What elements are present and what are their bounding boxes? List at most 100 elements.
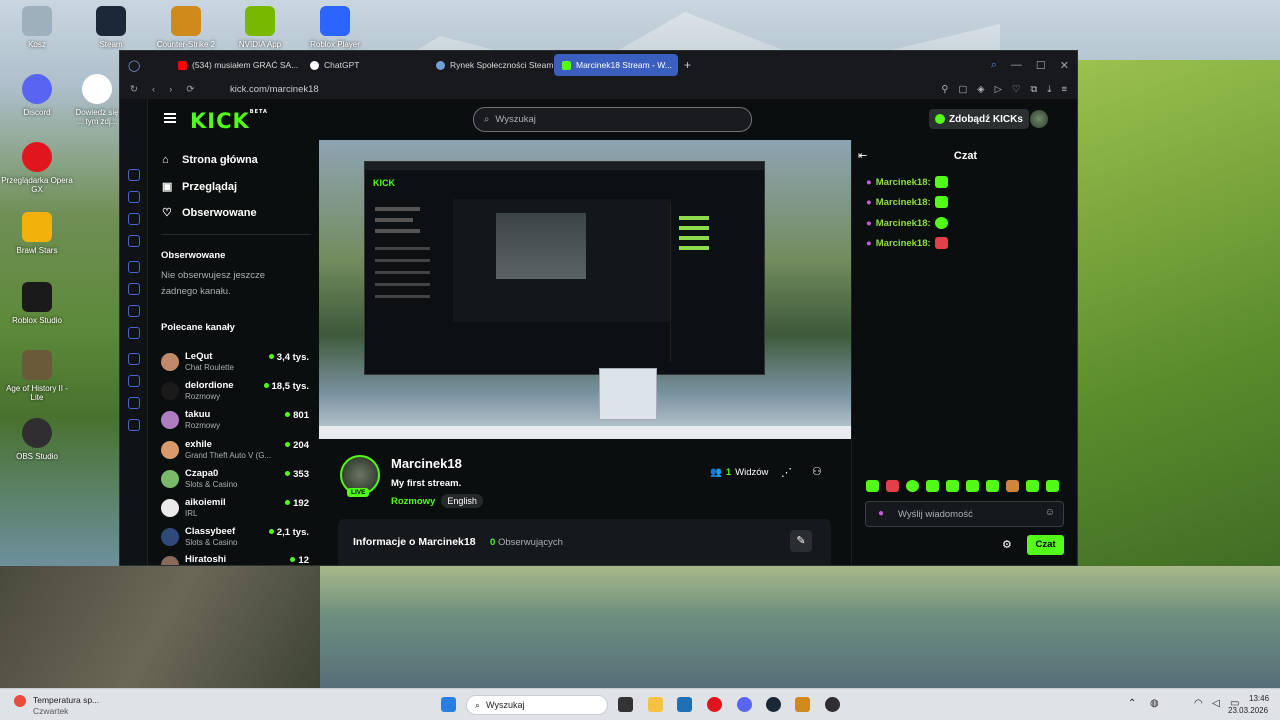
forward-icon[interactable]: › xyxy=(169,84,172,95)
puzzle-icon[interactable] xyxy=(127,397,140,409)
taskbar-search[interactable]: ⌕ Wyszukaj xyxy=(466,695,608,715)
recommended-channel-item[interactable]: Czapa0 Slots & Casino 353 xyxy=(161,467,309,493)
store-icon[interactable] xyxy=(677,697,692,712)
desktop-icon-age-of-history[interactable]: Age of History II - Lite xyxy=(0,350,74,402)
opera-gx-taskbar-icon[interactable] xyxy=(707,697,722,712)
category-link[interactable]: Rozmowy xyxy=(391,496,435,507)
url-field[interactable]: kick.com/marcinek18 xyxy=(230,84,319,95)
clock-date[interactable]: 23.03.2026 xyxy=(1228,706,1268,715)
chat-message-input[interactable]: ● Wyślij wiadomość ☺ xyxy=(865,501,1064,527)
desktop-icon-roblox-studio[interactable]: Roblox Studio xyxy=(0,282,74,325)
emote[interactable] xyxy=(926,480,939,492)
nav-following[interactable]: ♡ Obserwowane xyxy=(162,207,257,219)
search-input[interactable]: ⌕ Wyszukaj xyxy=(473,107,752,132)
nav-home[interactable]: ⌂ Strona główna xyxy=(162,154,258,166)
history-icon[interactable] xyxy=(127,169,140,181)
weather-icon[interactable] xyxy=(14,695,26,707)
recommended-channel-item[interactable]: Classybeef Slots & Casino 2,1 tys. xyxy=(161,525,309,551)
recommended-channel-item[interactable]: LeQut Chat Roulette 3,4 tys. xyxy=(161,350,309,376)
recommended-channel-item[interactable]: aikoiemil IRL 192 xyxy=(161,496,309,522)
new-tab-button[interactable]: + xyxy=(678,58,691,72)
messenger-icon[interactable] xyxy=(127,235,140,247)
desktop-icon-cs2[interactable]: Counter-Strike 2 xyxy=(149,6,223,49)
menu-icon[interactable]: ≡ xyxy=(1061,84,1067,95)
twitch-icon[interactable] xyxy=(127,261,140,273)
recommended-channel-item[interactable]: Hiratoshi 12 xyxy=(161,553,309,565)
emoji-icon[interactable]: ☺ xyxy=(1045,507,1055,518)
network-icon[interactable]: ◍ xyxy=(1150,698,1159,709)
desktop-icon-spotlight[interactable]: Dowiedz się ... tym zdj... xyxy=(74,74,120,126)
desktop-icon-recycle-bin[interactable]: Kosz xyxy=(0,6,74,49)
user-avatar[interactable] xyxy=(1030,110,1048,128)
start-icon[interactable] xyxy=(441,697,456,712)
messenger-rail-icon[interactable] xyxy=(127,283,140,295)
chat-settings-icon[interactable]: ⚙ xyxy=(1002,538,1012,551)
desktop-icon-brawl-stars[interactable]: Brawl Stars xyxy=(0,212,74,255)
discord-taskbar-icon[interactable] xyxy=(737,697,752,712)
desktop-icon-roblox-player[interactable]: Roblox Player xyxy=(298,6,372,49)
share-icon[interactable]: ⋰ xyxy=(781,466,792,479)
emote[interactable] xyxy=(966,480,979,492)
play-icon[interactable]: ▷ xyxy=(995,84,1002,95)
settings-icon[interactable] xyxy=(127,419,140,431)
channel-name[interactable]: Marcinek18 xyxy=(391,456,462,471)
volume-icon[interactable]: ◁ xyxy=(1212,698,1220,709)
shield-icon[interactable]: ◈ xyxy=(977,84,984,95)
tab-youtube[interactable]: (534) musiałem GRAĆ SA... xyxy=(170,54,302,76)
desktop-icon-steam[interactable]: Steam xyxy=(74,6,148,49)
desktop-icon-nvidia[interactable]: NVIDIA App xyxy=(223,6,297,49)
heart-icon[interactable]: ♡ xyxy=(1012,84,1021,95)
emote[interactable] xyxy=(1006,480,1019,492)
video-player[interactable]: KICK xyxy=(319,140,851,439)
extensions-icon[interactable]: ⧉ xyxy=(1030,84,1037,95)
extensions-rail-icon[interactable] xyxy=(127,213,140,225)
download-icon[interactable]: ⤓ xyxy=(1047,84,1051,95)
desktop-icon-obs[interactable]: OBS Studio xyxy=(0,418,74,461)
weather-text[interactable]: Temperatura sp... xyxy=(33,695,99,705)
maximize-button[interactable]: ☐ xyxy=(1036,59,1046,72)
cs2-taskbar-icon[interactable] xyxy=(795,697,810,712)
recommended-channel-item[interactable]: takuu Rozmowy 801 xyxy=(161,408,309,434)
send-chat-button[interactable]: Czat xyxy=(1027,535,1064,555)
close-button[interactable]: ✕ xyxy=(1060,59,1069,72)
language-tag[interactable]: English xyxy=(441,494,483,508)
emote[interactable] xyxy=(906,480,919,492)
tab-steam-market[interactable]: Rynek Społeczności Steam xyxy=(428,54,554,76)
clock-time[interactable]: 13:46 xyxy=(1249,694,1269,703)
nav-browse[interactable]: ▣ Przeglądaj xyxy=(162,181,237,193)
search-tabs-icon[interactable]: ⌕ xyxy=(991,59,997,72)
pin-icon[interactable]: ⚲ xyxy=(941,84,948,95)
emote[interactable] xyxy=(886,480,899,492)
recommended-channel-item[interactable]: exhile Grand Theft Auto V (G... 204 xyxy=(161,438,309,464)
obs-taskbar-icon[interactable] xyxy=(825,697,840,712)
cube-icon[interactable] xyxy=(127,375,140,387)
bookmark-icon[interactable] xyxy=(127,191,140,203)
emote[interactable] xyxy=(1046,480,1059,492)
minimize-button[interactable]: — xyxy=(1011,59,1022,72)
emote[interactable] xyxy=(866,480,879,492)
clock-icon[interactable] xyxy=(127,353,140,365)
snapshot-icon[interactable]: ▢ xyxy=(958,84,967,95)
recommended-channel-item[interactable]: delordione Rozmowy 18,5 tys. xyxy=(161,379,309,405)
get-kicks-button[interactable]: Zdobądź KICKs xyxy=(929,109,1029,129)
discord-rail-icon[interactable] xyxy=(127,327,140,339)
refresh-icon[interactable]: ⟳ xyxy=(186,84,194,95)
desktop-icon-discord[interactable]: Discord xyxy=(0,74,74,117)
tab-kick-stream[interactable]: Marcinek18 Stream - W... xyxy=(554,54,678,76)
hamburger-menu-icon[interactable] xyxy=(164,113,176,123)
follow-user-icon[interactable]: ⚇ xyxy=(812,465,822,478)
desktop-icon-opera-gx[interactable]: Przeglądarka Opera GX xyxy=(0,142,74,194)
reload-icon[interactable]: ↻ xyxy=(130,84,138,95)
emote[interactable] xyxy=(1026,480,1039,492)
emote[interactable] xyxy=(986,480,999,492)
emote[interactable] xyxy=(946,480,959,492)
steam-taskbar-icon[interactable] xyxy=(766,697,781,712)
wifi-icon[interactable]: ◠ xyxy=(1194,698,1203,709)
kick-logo[interactable]: KICKBETA xyxy=(190,109,268,133)
file-explorer-icon[interactable] xyxy=(648,697,663,712)
back-icon[interactable]: ‹ xyxy=(152,84,155,95)
opera-icon[interactable]: ◯ xyxy=(120,59,170,72)
task-view-icon[interactable] xyxy=(618,697,633,712)
instagram-icon[interactable] xyxy=(127,305,140,317)
edit-button[interactable]: ✎ xyxy=(790,530,812,552)
